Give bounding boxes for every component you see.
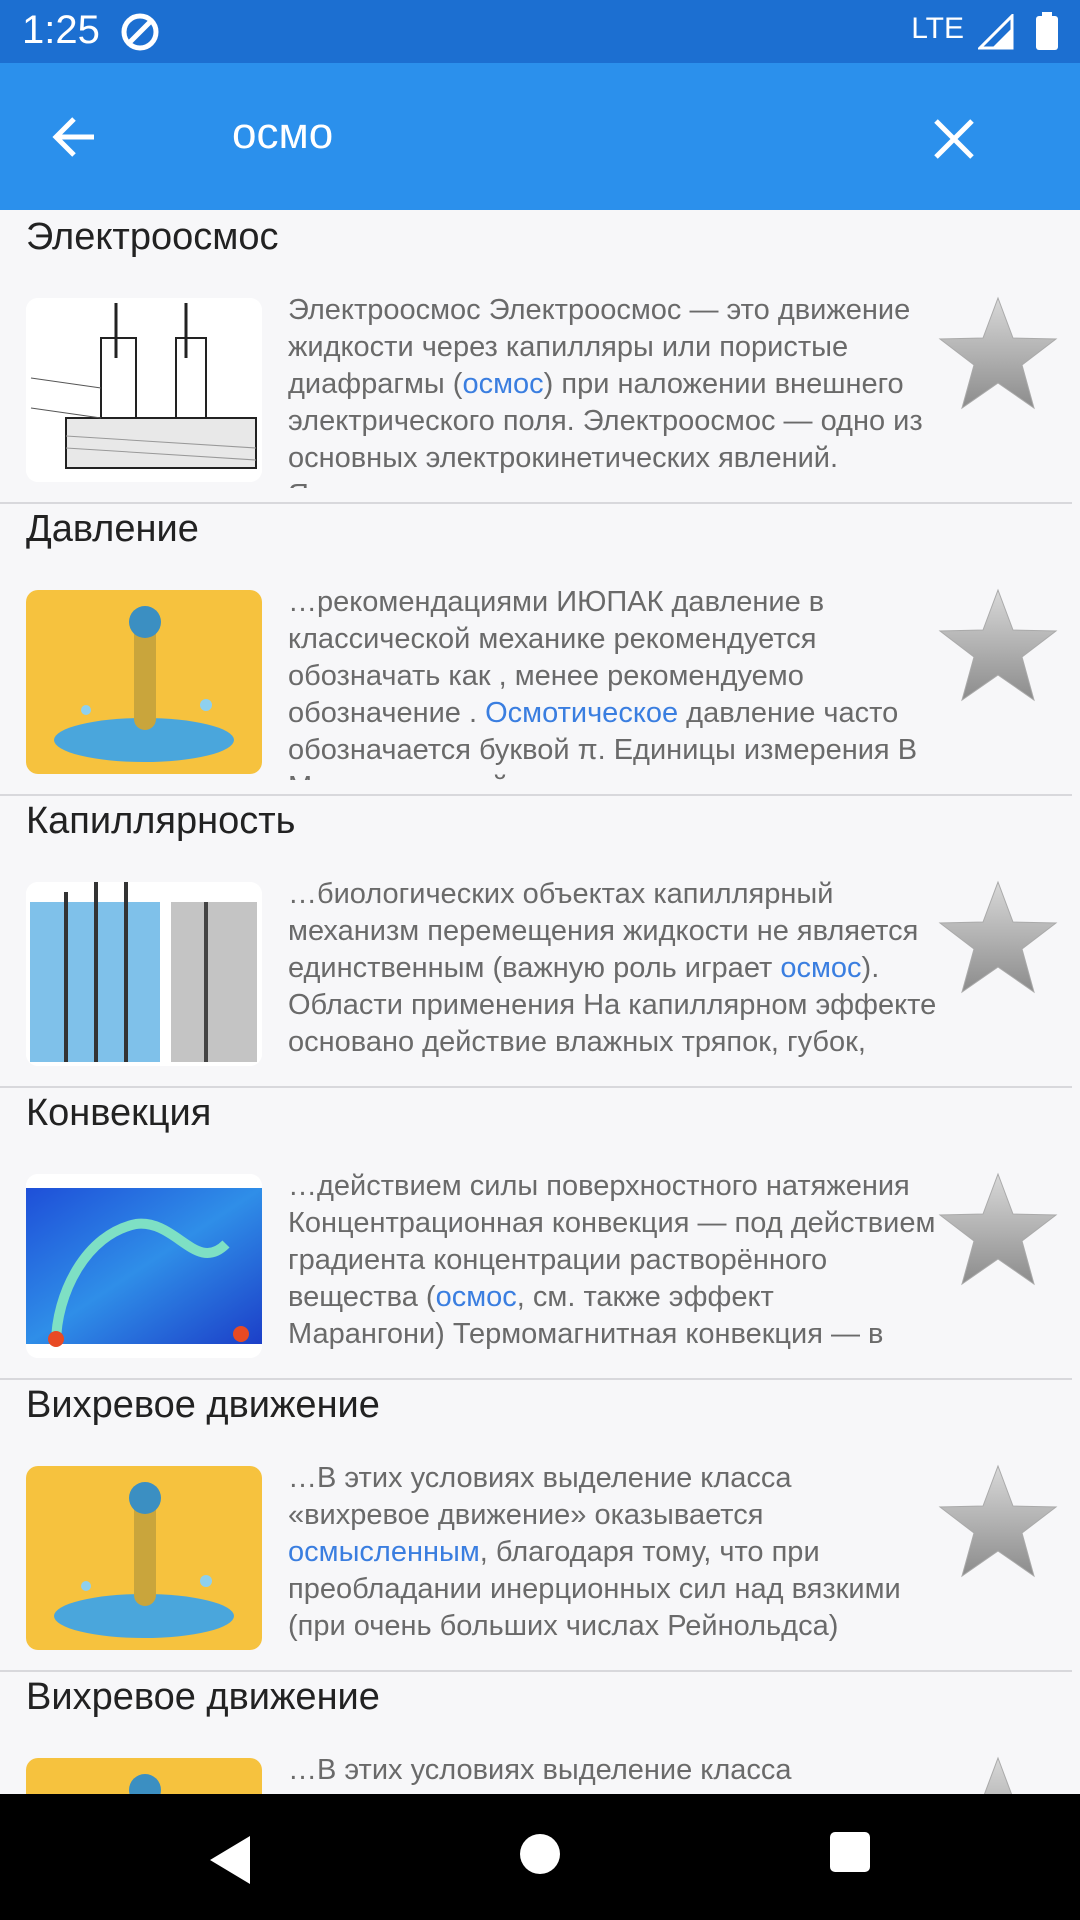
result-item[interactable]: Конвекция …действием силы поверхностного… <box>0 1086 1072 1380</box>
result-item[interactable]: Давление …рекомендациями ИЮПАК давление … <box>0 502 1072 796</box>
result-thumbnail <box>26 882 262 1066</box>
search-input[interactable] <box>232 109 832 159</box>
result-snippet: …биологических объектах капиллярный меха… <box>288 876 938 1072</box>
result-snippet: …В этих условиях выделение класса «вихре… <box>288 1460 938 1656</box>
close-icon <box>934 119 974 159</box>
result-snippet: …действием силы поверхностного натяжения… <box>288 1168 938 1364</box>
clear-search-button[interactable] <box>918 103 990 175</box>
favorite-star-icon[interactable] <box>936 1752 1060 1794</box>
favorite-star-icon[interactable] <box>936 292 1060 416</box>
nav-back-icon[interactable] <box>200 1830 260 1890</box>
network-type: LTE <box>911 12 964 45</box>
result-title: Вихревое движение <box>26 1676 380 1718</box>
result-item[interactable]: Вихревое движение …В этих условиях выдел… <box>0 1378 1072 1672</box>
nav-recents-icon[interactable] <box>830 1832 870 1872</box>
result-title: Конвекция <box>26 1092 212 1134</box>
snippet-match-text: осмос <box>780 952 862 984</box>
snippet-match-text: Осмотическое <box>485 697 679 729</box>
status-bar: 1:25 LTE <box>0 0 1080 63</box>
snippet-match-text: осмос <box>435 1281 517 1313</box>
snippet-match-text: осмос <box>462 368 544 400</box>
nav-home-icon[interactable] <box>520 1834 560 1874</box>
snippet-text: …В этих условиях выделение класса «вихре… <box>288 1754 792 1794</box>
signal-icon <box>976 12 1014 50</box>
result-thumbnail <box>26 298 262 482</box>
result-thumbnail <box>26 1466 262 1650</box>
result-snippet: …В этих условиях выделение класса «вихре… <box>288 1752 938 1794</box>
snippet-match-text: осмысленным <box>288 1536 480 1568</box>
result-item[interactable]: Вихревое движение …В этих условиях выдел… <box>0 1670 1072 1794</box>
favorite-star-icon[interactable] <box>936 876 1060 1000</box>
search-toolbar <box>0 63 1080 210</box>
battery-icon <box>1036 12 1058 50</box>
result-thumbnail <box>26 590 262 774</box>
favorite-star-icon[interactable] <box>936 584 1060 708</box>
result-title: Давление <box>26 508 199 550</box>
status-time: 1:25 <box>22 8 100 52</box>
data-saver-icon <box>120 12 160 52</box>
result-thumbnail <box>26 1174 262 1358</box>
favorite-star-icon[interactable] <box>936 1168 1060 1292</box>
result-snippet: Электроосмос Электроосмос — это движение… <box>288 292 938 488</box>
back-button[interactable] <box>40 103 108 171</box>
result-snippet: …рекомендациями ИЮПАК давление в классич… <box>288 584 938 780</box>
result-item[interactable]: Капиллярность …биологических объектах ка… <box>0 794 1072 1088</box>
search-results-list[interactable]: Электроосмос Электроосмос Электроосмос —… <box>0 210 1080 1794</box>
result-thumbnail <box>26 1758 262 1794</box>
arrow-left-icon <box>52 117 94 157</box>
result-title: Электроосмос <box>26 216 279 258</box>
result-item[interactable]: Электроосмос Электроосмос Электроосмос —… <box>0 210 1072 504</box>
system-navigation-bar <box>0 1794 1080 1920</box>
favorite-star-icon[interactable] <box>936 1460 1060 1584</box>
result-title: Вихревое движение <box>26 1384 380 1426</box>
snippet-text: …В этих условиях выделение класса «вихре… <box>288 1462 792 1531</box>
result-title: Капиллярность <box>26 800 296 842</box>
